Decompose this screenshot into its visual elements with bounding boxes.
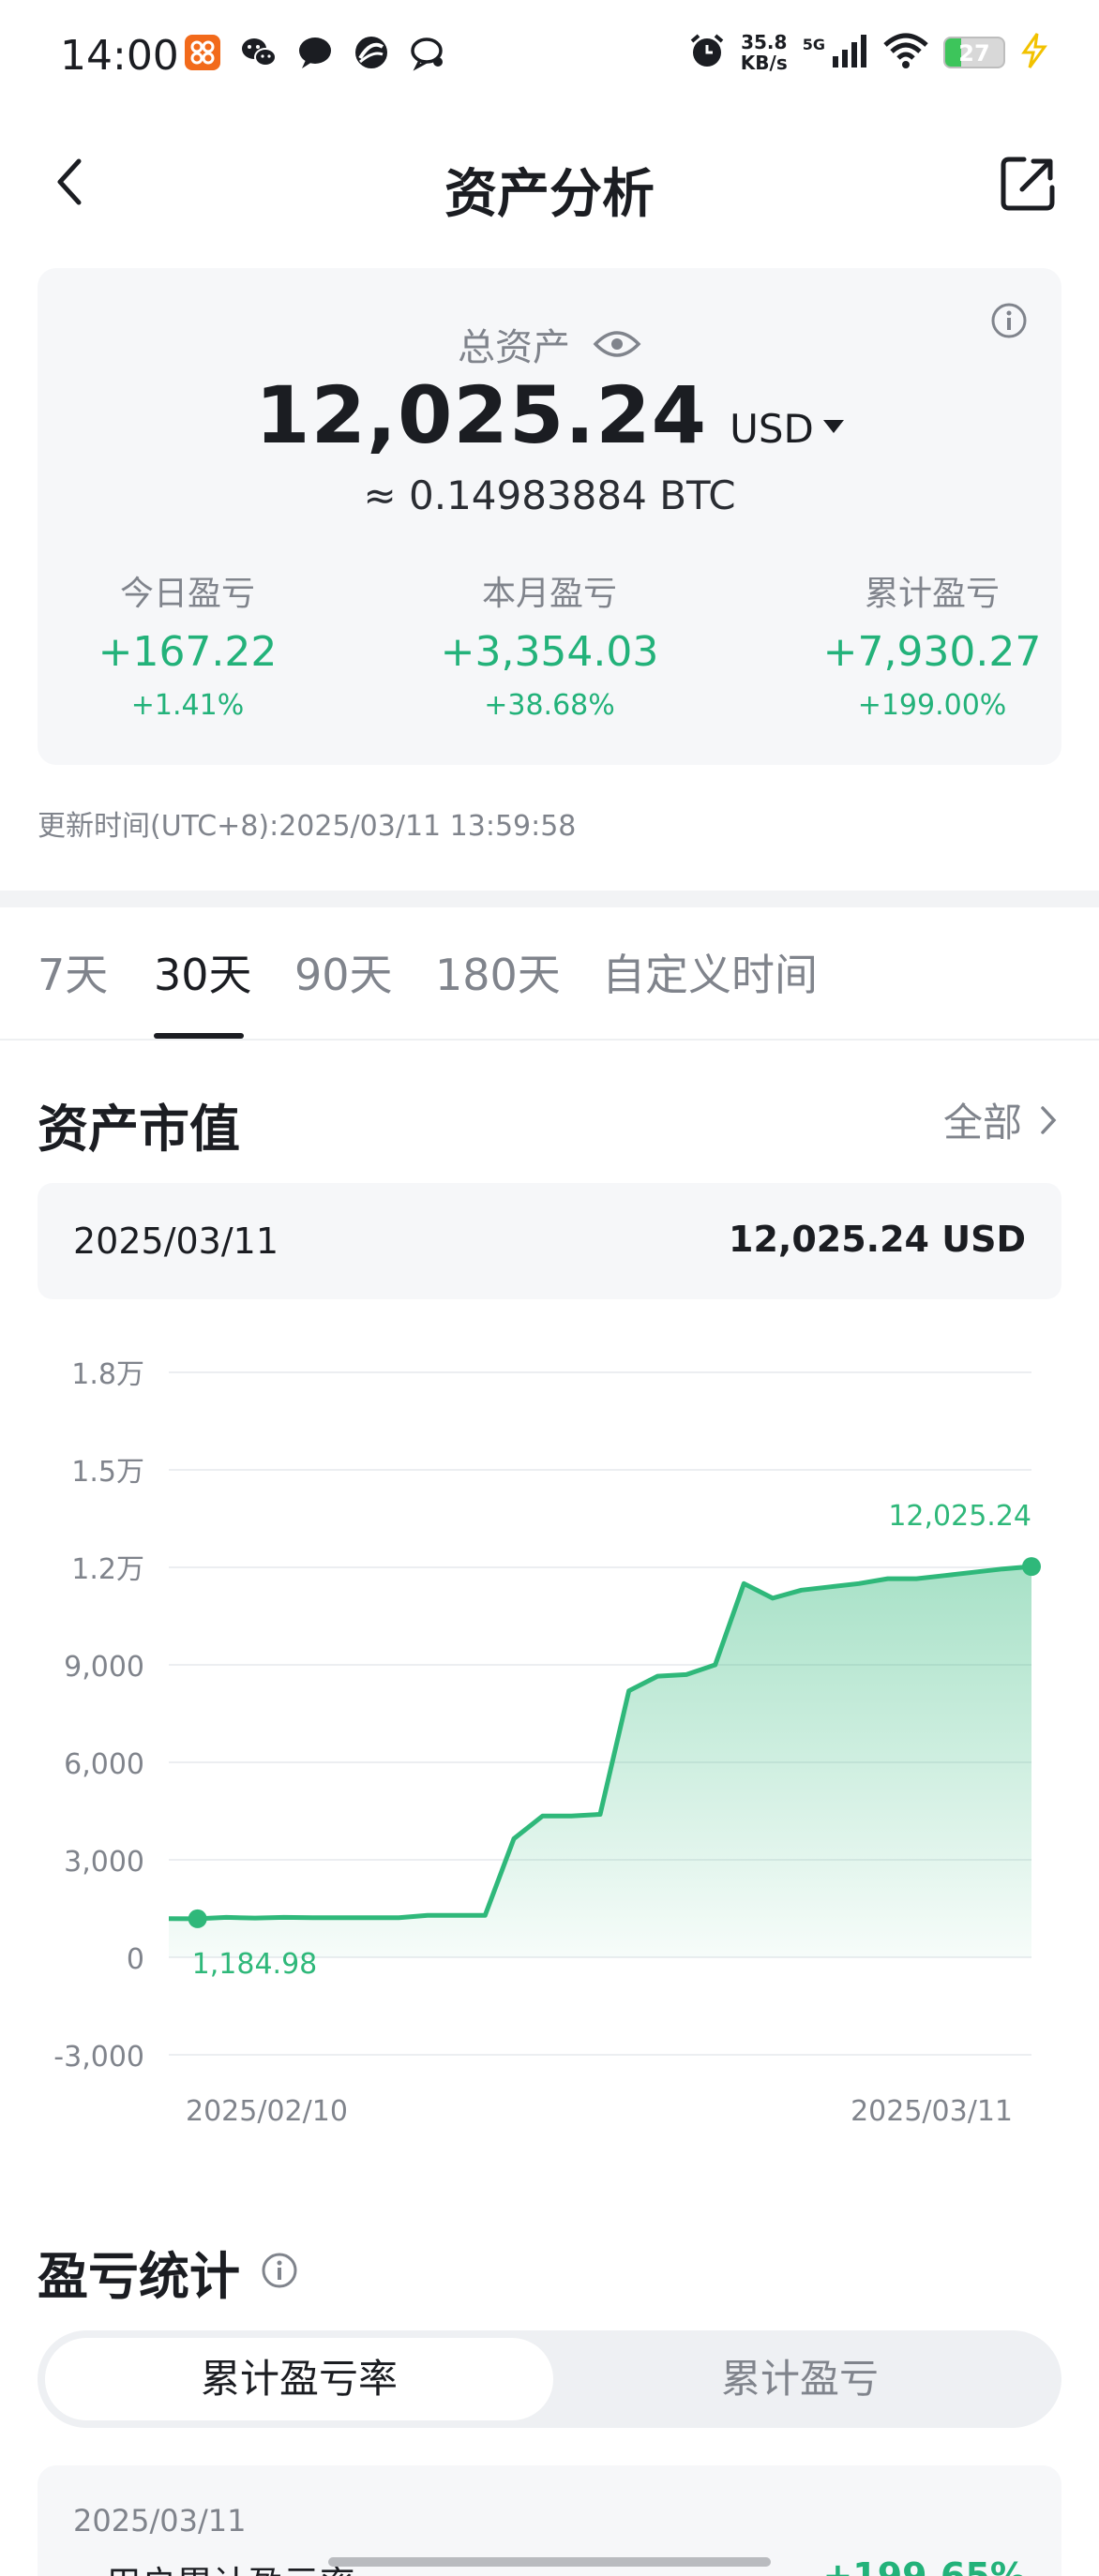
- app-icon: [184, 34, 221, 71]
- tab-7d[interactable]: 7天: [38, 941, 108, 1003]
- y-tick-label: 1.2万: [71, 1553, 144, 1586]
- wifi-icon: [883, 32, 928, 73]
- selected-date: 2025/03/11: [73, 1221, 279, 1262]
- stats-card-date: 2025/03/11: [73, 2503, 247, 2539]
- swirl-app-icon: [353, 34, 390, 71]
- pnl-label: 今日盈亏: [119, 575, 255, 613]
- pnl-label: 累计盈亏: [864, 575, 1000, 613]
- stats-row-value: +199.65%: [822, 2555, 1026, 2576]
- info-icon[interactable]: [261, 2252, 298, 2293]
- cumulative-pnl: 累计盈亏 +7,930.27 +199.00%: [782, 566, 1082, 722]
- btc-equivalent: ≈ 0.14983884 BTC: [363, 472, 736, 518]
- share-icon: [1001, 157, 1055, 211]
- total-asset-value: 12,025.24: [255, 369, 708, 461]
- pnl-value: +3,354.03: [440, 628, 659, 676]
- wechat-icon: [240, 34, 278, 71]
- chart-max-label: 12,025.24: [888, 1500, 1031, 1533]
- page-title: 资产分析: [444, 164, 655, 225]
- net-speed: 35.8 KB/s: [741, 32, 788, 73]
- net-speed-value: 35.8: [741, 31, 788, 53]
- status-bar: 14:00 35.8 KB/s 5G 27: [0, 0, 1099, 112]
- pnl-value: +7,930.27: [822, 628, 1042, 676]
- signal-icon: [831, 32, 868, 73]
- area-chart[interactable]: 1.8万 1.5万 1.2万 9,000 6,000 3,000 0 -3,000 1,184…: [0, 1312, 1099, 2137]
- total-asset-label: 总资产: [458, 326, 570, 369]
- chevron-right-icon: [1041, 1105, 1057, 1134]
- stats-title: 盈亏统计: [38, 2247, 240, 2306]
- pnl-label: 本月盈亏: [481, 575, 617, 613]
- status-time: 14:00: [60, 32, 179, 80]
- tab-custom-time[interactable]: 自定义时间: [602, 941, 818, 1003]
- status-indicators: 35.8 KB/s 5G 27: [688, 32, 1048, 73]
- y-tick-label: 1.5万: [71, 1456, 144, 1489]
- currency-selector[interactable]: USD: [730, 406, 844, 452]
- chart-min-label: 1,184.98: [192, 1948, 318, 1981]
- eye-icon[interactable]: [593, 327, 641, 361]
- charging-icon: [1020, 32, 1048, 73]
- y-tick-label: 1.8万: [71, 1358, 144, 1391]
- total-asset-card: 总资产 12,025.24 USD ≈ 0.14983884 BTC 今日盈亏 …: [38, 268, 1061, 765]
- section-divider: [0, 891, 1099, 907]
- tab-30d[interactable]: 30天: [154, 941, 252, 1003]
- asset-value-chart[interactable]: 1.8万 1.5万 1.2万 9,000 6,000 3,000 0 -3,000 1,184…: [0, 1312, 1099, 2137]
- chart-max-point: [1022, 1557, 1041, 1577]
- y-tick-label: -3,000: [53, 2041, 144, 2074]
- x-tick-label: 2025/03/11: [851, 2095, 1013, 2128]
- pnl-percent: +38.68%: [484, 689, 615, 722]
- month-pnl: 本月盈亏 +3,354.03 +38.68%: [399, 566, 700, 722]
- stats-toggle: 累计盈亏率 累计盈亏: [38, 2330, 1061, 2428]
- all-link-label: 全部: [942, 1100, 1022, 1146]
- stats-row-label: • 用户累计盈亏率: [73, 2555, 355, 2576]
- tab-90d[interactable]: 90天: [294, 941, 393, 1003]
- nav-bar: 资产分析: [0, 131, 1099, 244]
- tab-active-indicator: [154, 1033, 244, 1039]
- y-tick-label: 6,000: [64, 1748, 144, 1781]
- selected-value-row: 2025/03/11 12,025.24 USD: [38, 1183, 1061, 1299]
- y-tick-label: 9,000: [64, 1651, 144, 1684]
- pnl-value: +167.22: [98, 628, 278, 676]
- share-button[interactable]: [998, 154, 1058, 214]
- tab-180d[interactable]: 180天: [435, 941, 561, 1003]
- battery-percent: 27: [958, 40, 990, 67]
- alarm-icon: [688, 32, 726, 73]
- selected-amount: 12,025.24 USD: [729, 1219, 1026, 1260]
- today-pnl: 今日盈亏 +167.22 +1.41%: [38, 566, 338, 722]
- pnl-percent: +1.41%: [130, 689, 245, 722]
- currency-label: USD: [730, 406, 814, 452]
- network-type: 5G: [802, 36, 825, 53]
- total-asset-label-row: 总资产: [38, 317, 1061, 371]
- y-tick-label: 0: [127, 1943, 144, 1976]
- stats-header: 盈亏统计: [38, 2235, 298, 2309]
- total-asset-value-row: 12,025.24 USD: [38, 369, 1061, 461]
- chat-outline-icon: [409, 34, 446, 71]
- chat-bubble-icon: [296, 34, 334, 71]
- toggle-cumulative-rate[interactable]: 累计盈亏率: [45, 2338, 553, 2420]
- chart-min-point: [188, 1909, 207, 1928]
- period-tabs: 7天 30天 90天 180天 自定义时间: [0, 907, 1099, 1041]
- status-app-icons: [184, 34, 446, 71]
- caret-down-icon: [822, 419, 844, 433]
- update-time: 更新时间(UTC+8):2025/03/11 13:59:58: [38, 810, 577, 843]
- pnl-percent: +199.00%: [857, 689, 1007, 722]
- all-link[interactable]: 全部: [943, 1091, 1058, 1148]
- section-title-market-value: 资产市值: [38, 1100, 240, 1159]
- home-indicator[interactable]: [328, 2557, 771, 2567]
- x-tick-label: 2025/02/10: [186, 2095, 348, 2128]
- toggle-cumulative-pnl[interactable]: 累计盈亏: [546, 2338, 1054, 2420]
- y-tick-label: 3,000: [64, 1846, 144, 1879]
- battery-icon: 27: [943, 37, 1005, 68]
- net-speed-unit: KB/s: [740, 52, 788, 74]
